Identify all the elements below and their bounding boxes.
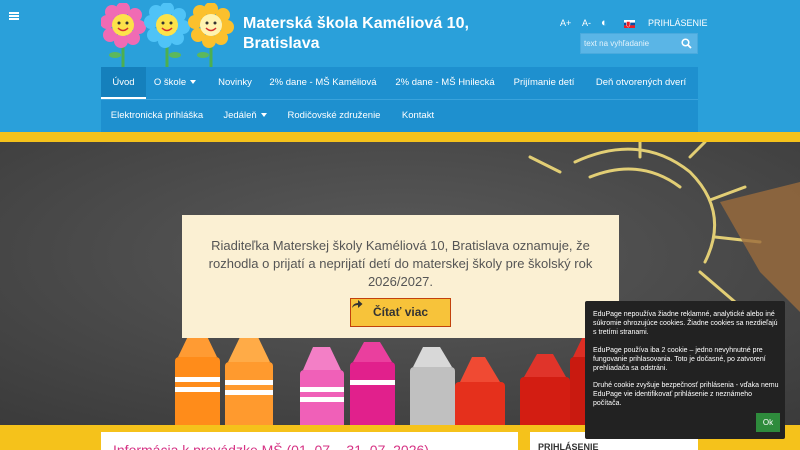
cookie-text-1: EduPage nepoužíva žiadne reklamné, analy… (593, 311, 778, 336)
nav-item-label: 2% dane - MŠ Kaméliová (269, 77, 377, 88)
share-arrow-icon (352, 300, 363, 308)
login-link[interactable]: PRIHLÁSENIE (648, 17, 708, 29)
flower-yellow-icon (188, 3, 234, 67)
search-icon[interactable] (681, 38, 692, 49)
nav-item-label: Kontakt (401, 110, 435, 121)
font-decrease-button[interactable]: A- (582, 17, 591, 29)
nav-item-o-skole[interactable]: O škole (149, 67, 201, 99)
nav-item-label: Elektronická prihláška (110, 110, 204, 121)
nav-item-label: Deň otvorených dverí (595, 77, 687, 88)
cookie-notice: EduPage nepoužíva žiadne reklamné, analy… (585, 301, 785, 439)
nav-item-label: O škole (153, 77, 187, 88)
nav-item-label: 2% dane - MŠ Hnilecká (395, 77, 495, 88)
flower-blue-icon (144, 3, 190, 67)
article-card: Informácia k prevádzke MŠ (01. 07. - 31.… (101, 432, 518, 450)
search-input[interactable] (584, 36, 680, 51)
nav-item-2-dane-hnilecka[interactable]: 2% dane - MŠ Hnilecká (390, 67, 500, 99)
nav-item-label: Jedáleň (223, 110, 257, 121)
cookie-text-3: Druhé cookie zvyšuje bezpečnosť prihláse… (593, 382, 779, 407)
chevron-down-icon (190, 80, 197, 84)
article-title[interactable]: Informácia k prevádzke MŠ (01. 07. - 31.… (113, 442, 429, 450)
read-more-label: Čítať viac (372, 305, 429, 319)
nav-item-jedalen[interactable]: Jedáleň (218, 100, 272, 132)
nav-item-rodicovske-zdruzenie[interactable]: Rodičovské združenie (284, 100, 384, 132)
hamburger-menu-icon[interactable] (9, 12, 19, 20)
accent-bar (0, 132, 800, 142)
nav-item-kontakt[interactable]: Kontakt (394, 100, 442, 132)
slovak-flag-icon[interactable] (624, 19, 635, 28)
nav-item-den-otvorenych-dveri[interactable]: Deň otvorených dverí (589, 67, 693, 99)
contrast-toggle-icon[interactable]: ◐ (601, 17, 608, 29)
login-box-title: PRIHLÁSENIE (538, 442, 599, 450)
nav-item-elektronicka-prihlaska[interactable]: Elektronická prihláška (107, 100, 207, 132)
nav-item-label: Rodičovské združenie (287, 110, 381, 121)
announcement-box: Riaditeľka Materskej školy Kaméliová 10,… (182, 215, 619, 338)
site-title-line2: Bratislava (243, 35, 320, 52)
chevron-down-icon (260, 113, 267, 117)
read-more-button[interactable]: Čítať viac (350, 298, 451, 327)
nav-item-2-dane-kameliova[interactable]: 2% dane - MŠ Kaméliová (266, 67, 380, 99)
nav-item-uvod[interactable]: Úvod (101, 67, 146, 99)
site-title-line1: Materská škola Kaméliová 10, (243, 15, 469, 32)
nav-item-label: Úvod (112, 77, 135, 88)
nav-item-label: Prijímanie detí (513, 77, 575, 88)
nav-item-label: Novinky (218, 77, 252, 88)
cookie-text-2: EduPage používa iba 2 cookie – jedno nev… (593, 347, 766, 372)
logo-flowers (101, 3, 234, 67)
announcement-text: Riaditeľka Materskej školy Kaméliová 10,… (208, 238, 593, 289)
flower-pink-icon (101, 3, 146, 67)
site-title[interactable]: Materská škola Kaméliová 10, Bratislava (243, 14, 523, 54)
nav-item-novinky[interactable]: Novinky (211, 67, 259, 99)
cookie-ok-button[interactable]: Ok (756, 413, 780, 432)
search-box (580, 33, 698, 54)
font-increase-button[interactable]: A+ (560, 17, 571, 29)
main-nav: Úvod O škole Novinky 2% dane - MŠ Kaméli… (101, 67, 698, 132)
nav-item-prijimanie-deti[interactable]: Prijímanie detí (506, 67, 582, 99)
